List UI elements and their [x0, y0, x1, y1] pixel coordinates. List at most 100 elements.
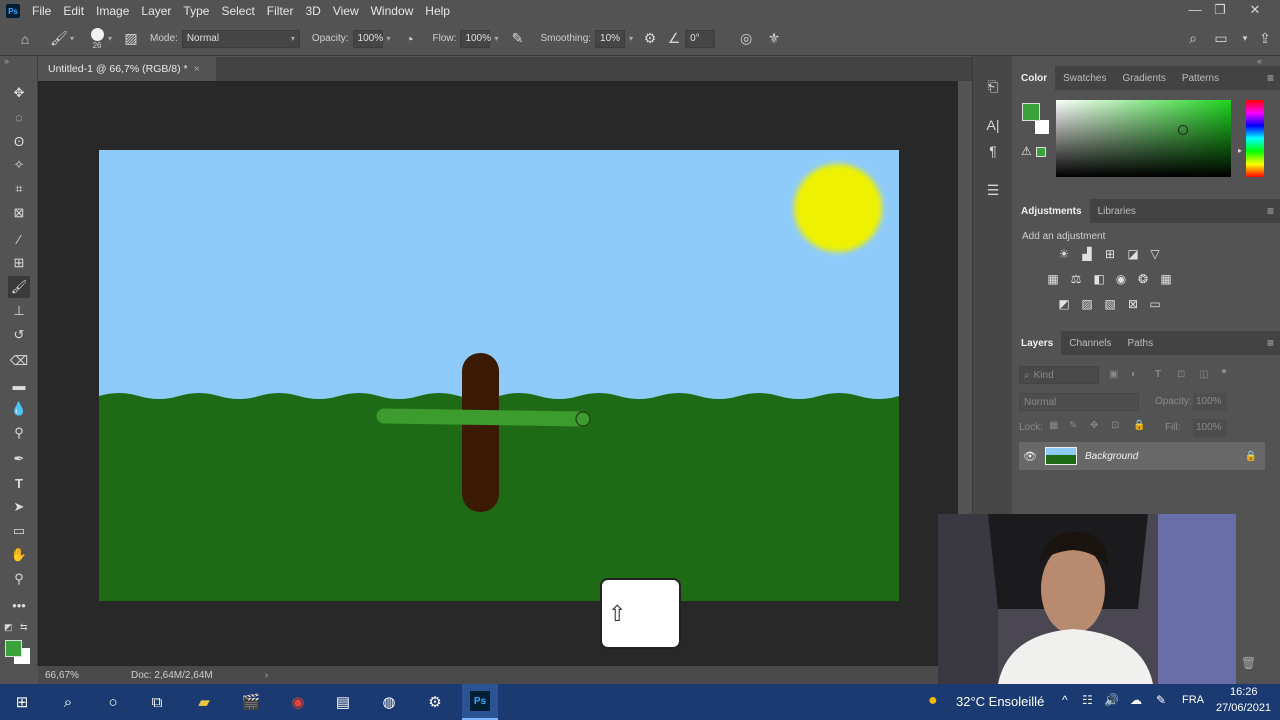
chevron-up-icon[interactable]: ^ [1062, 693, 1068, 707]
pen-icon[interactable]: ✎ [1156, 693, 1166, 707]
panel-menu-icon[interactable]: ≡ [1267, 71, 1274, 85]
channel-mixer-icon[interactable]: ❂ [1135, 271, 1151, 287]
tab-adjustments[interactable]: Adjustments [1013, 199, 1090, 223]
trash-icon[interactable]: 🗑 [1241, 656, 1256, 670]
tab-color[interactable]: Color [1013, 66, 1056, 90]
rectangle-tool-icon[interactable]: ▭ [8, 520, 30, 542]
vibrance-icon[interactable]: ▽ [1147, 246, 1163, 262]
menu-type[interactable]: Type [177, 4, 215, 18]
menu-filter[interactable]: Filter [261, 4, 300, 18]
pressure-opacity-icon[interactable]: ◔ [399, 31, 421, 47]
zoom-tool-icon[interactable]: ⚲ [8, 568, 30, 590]
path-selection-icon[interactable]: ➤ [8, 496, 30, 518]
tab-swatches[interactable]: Swatches [1055, 66, 1114, 90]
eye-icon[interactable]: 👁 [1021, 450, 1039, 463]
cloud-icon[interactable]: ☁ [1130, 693, 1142, 707]
hue-slider-marker-icon[interactable]: ▸ [1238, 146, 1242, 155]
menu-help[interactable]: Help [419, 4, 456, 18]
chrome-icon[interactable]: ◉ [286, 690, 310, 714]
document-tab[interactable]: Untitled-1 @ 66,7% (RGB/8) * × [38, 57, 216, 81]
fill-field[interactable]: 100% [1193, 419, 1227, 437]
filter-type-icon[interactable]: T [1155, 369, 1161, 380]
history-icon[interactable]: ⎗ [983, 76, 1003, 96]
menu-view[interactable]: View [327, 4, 365, 18]
threshold-icon[interactable]: ▧ [1102, 296, 1118, 312]
file-explorer-icon[interactable]: ▰ [192, 690, 216, 714]
invert-icon[interactable]: ◩ [1056, 296, 1072, 312]
eraser-icon[interactable]: ⌫ [8, 350, 30, 372]
brush-preset-icon[interactable]: 🖌 [48, 30, 70, 47]
lock-position-icon[interactable]: ✥ [1090, 420, 1098, 431]
airbrush-icon[interactable]: ✎ [506, 30, 528, 47]
menu-edit[interactable]: Edit [57, 4, 90, 18]
search-icon[interactable]: ⌕ [56, 690, 80, 714]
cortana-icon[interactable]: ○ [101, 690, 125, 714]
lock-artboard-icon[interactable]: ⊡ [1111, 420, 1119, 431]
healing-brush-icon[interactable]: ⊞ [8, 252, 30, 274]
panel-menu-icon[interactable]: ≡ [1267, 336, 1274, 350]
crop-tool-icon[interactable]: ⌗ [8, 178, 30, 200]
menu-3d[interactable]: 3D [299, 4, 326, 18]
mode-select[interactable]: Normal ▾ [181, 29, 300, 48]
clock-date[interactable]: 27/06/2021 [1216, 702, 1271, 714]
chevron-down-icon[interactable]: ▾ [494, 34, 498, 43]
search-icon[interactable]: ⌕ [1182, 30, 1204, 47]
layer-row-background[interactable]: 👁 Background 🔒 [1019, 442, 1265, 470]
smoothing-field[interactable]: 10% [595, 29, 626, 48]
tab-close-icon[interactable]: × [194, 63, 200, 75]
eyedropper-icon[interactable]: ⁄ [8, 228, 30, 250]
hue-saturation-icon[interactable]: ▦ [1045, 271, 1061, 287]
tab-paths[interactable]: Paths [1120, 331, 1162, 355]
workspace-icon[interactable]: ▭ [1210, 30, 1232, 47]
character-icon[interactable]: A| [983, 115, 1003, 135]
menu-window[interactable]: Window [365, 4, 420, 18]
lock-transparent-icon[interactable]: ▦ [1049, 420, 1058, 431]
chevron-down-icon[interactable]: ▾ [108, 34, 112, 43]
color-picker-cursor[interactable] [1178, 125, 1188, 135]
gear-icon[interactable]: ⚙ [639, 30, 661, 47]
pen-tool-icon[interactable]: ✒ [8, 448, 30, 470]
obs-icon[interactable]: ◍ [377, 690, 401, 714]
clone-stamp-icon[interactable]: ⊥ [8, 300, 30, 322]
color-balance-icon[interactable]: ⚖ [1068, 271, 1084, 287]
web-safe-chip[interactable] [1036, 147, 1046, 157]
hand-tool-icon[interactable]: ✋ [8, 544, 30, 566]
tab-layers[interactable]: Layers [1013, 331, 1062, 355]
home-icon[interactable]: ⌂ [14, 31, 36, 47]
layer-lock-icon[interactable]: 🔒 [1245, 451, 1257, 462]
properties-icon[interactable]: ☰ [983, 180, 1003, 200]
paragraph-icon[interactable]: ¶ [983, 141, 1003, 161]
menu-layer[interactable]: Layer [135, 4, 177, 18]
tab-channels[interactable]: Channels [1061, 331, 1119, 355]
collapse-panels-icon[interactable]: « [1257, 56, 1262, 66]
share-icon[interactable]: ⇪ [1254, 30, 1276, 47]
black-white-icon[interactable]: ◧ [1091, 271, 1107, 287]
hue-slider[interactable] [1246, 100, 1264, 177]
status-menu-icon[interactable]: › [265, 670, 268, 681]
pressure-size-icon[interactable]: ◎ [735, 30, 757, 47]
more-tools-icon[interactable]: ••• [8, 594, 30, 616]
clapper-app-icon[interactable]: 🎬 [239, 690, 263, 714]
filter-pixel-icon[interactable]: ▣ [1109, 369, 1118, 380]
network-icon[interactable]: ☷ [1082, 693, 1093, 707]
levels-icon[interactable]: ▟ [1079, 246, 1095, 262]
filter-smart-icon[interactable]: ◫ [1199, 369, 1208, 380]
collapse-icon[interactable]: » [4, 56, 9, 66]
filter-adjustment-icon[interactable]: ◐ [1131, 369, 1137, 380]
frame-tool-icon[interactable]: ⊠ [8, 202, 30, 224]
filter-toggle-icon[interactable]: ● [1221, 366, 1227, 377]
brush-size-picker[interactable]: 26 [88, 27, 106, 50]
color-picker-field[interactable] [1056, 100, 1231, 177]
posterize-icon[interactable]: ▨ [1079, 296, 1095, 312]
brush-tool-icon[interactable]: 🖌 [8, 276, 30, 298]
tab-gradients[interactable]: Gradients [1114, 66, 1173, 90]
chevron-down-icon[interactable]: ▾ [70, 34, 74, 43]
gradient-map-icon[interactable]: ▭ [1147, 296, 1163, 312]
volume-icon[interactable]: 🔊 [1104, 693, 1119, 707]
minimize-icon[interactable]: — [1186, 2, 1204, 17]
clock-time[interactable]: 16:26 [1230, 686, 1258, 698]
type-tool-icon[interactable]: T [8, 472, 30, 494]
app-icon[interactable]: ▤ [331, 690, 355, 714]
angle-field[interactable]: 0° [685, 29, 716, 48]
layer-filter-select[interactable]: ⌕ Kind [1019, 366, 1099, 384]
